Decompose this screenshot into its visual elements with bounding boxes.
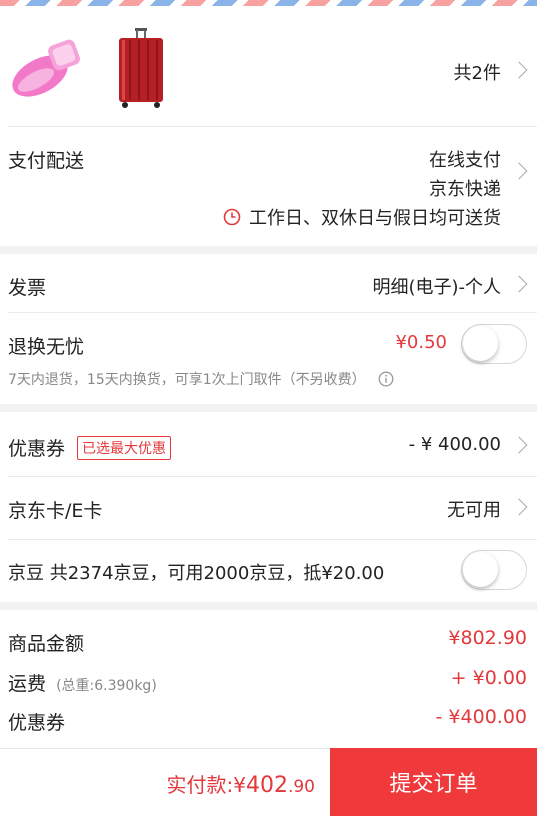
jd-card-value: 无可用 bbox=[447, 500, 501, 521]
invoice-section: 发票 明细(电子)-个人 退换无忧 ¥0.50 7天内退货，15天内换货，可享1… bbox=[0, 254, 537, 404]
amount-payable-decimal: .90 bbox=[287, 777, 315, 797]
chevron-right-icon bbox=[510, 275, 528, 293]
return-service-toggle[interactable] bbox=[461, 324, 527, 364]
courier-name: 京东快递 bbox=[429, 179, 501, 200]
soap-product-image bbox=[12, 39, 80, 97]
order-summary: 商品金额 ¥802.90 运费 (总重:6.390kg) + ¥0.00 优惠券… bbox=[0, 610, 537, 748]
submit-order-button[interactable]: 提交订单 bbox=[330, 748, 537, 816]
chevron-right-icon bbox=[510, 61, 528, 79]
shipping-weight: (总重:6.390kg) bbox=[56, 678, 157, 694]
coupon-badge: 已选最大优惠 bbox=[77, 436, 172, 460]
discount-section: 优惠券 已选最大优惠 - ¥ 400.00 京东卡/E卡 无可用 京豆 共2374… bbox=[0, 412, 537, 602]
delivery-note: 工作日、双休日与假日均可送货 bbox=[223, 204, 501, 230]
invoice-label: 发票 bbox=[8, 277, 47, 299]
goods-amount-value: ¥802.90 bbox=[448, 627, 527, 649]
payment-label: 支付配送 bbox=[8, 150, 85, 172]
jd-beans-label: 京豆 共2374京豆，可用2000京豆，抵¥20.00 bbox=[8, 563, 385, 584]
coupon-label: 优惠券 已选最大优惠 bbox=[8, 434, 172, 461]
info-icon[interactable] bbox=[378, 371, 394, 387]
summary-coupon-label: 优惠券 bbox=[8, 712, 66, 734]
summary-coupon-value: - ¥400.00 bbox=[435, 706, 527, 728]
coupon-row[interactable]: 优惠券 已选最大优惠 - ¥ 400.00 bbox=[0, 412, 537, 476]
coupon-value: - ¥ 400.00 bbox=[408, 434, 501, 455]
shipping-value: + ¥0.00 bbox=[450, 667, 527, 689]
toggle-knob bbox=[463, 552, 498, 587]
amount-payable: 实付款:¥402.90 bbox=[166, 769, 315, 798]
chevron-right-icon bbox=[510, 498, 528, 516]
amount-payable-label: 实付款:¥ bbox=[166, 773, 246, 797]
return-service-label: 退换无忧 bbox=[8, 336, 85, 358]
payment-method: 在线支付 bbox=[429, 150, 501, 171]
shipping-label: 运费 (总重:6.390kg) bbox=[8, 669, 157, 696]
return-service-price: ¥0.50 bbox=[395, 332, 447, 353]
shipping-label-text: 运费 bbox=[8, 673, 47, 695]
suitcase-product-image bbox=[119, 28, 163, 108]
return-service-note-text: 7天内退货，15天内换货，可享1次上门取件（不另收费） bbox=[8, 372, 366, 388]
submit-order-label: 提交订单 bbox=[389, 772, 478, 797]
delivery-note-text: 工作日、双休日与假日均可送货 bbox=[249, 208, 501, 229]
toggle-knob bbox=[463, 326, 498, 361]
invoice-value: 明细(电子)-个人 bbox=[372, 277, 501, 298]
return-service-note: 7天内退货，15天内换货，可享1次上门取件（不另收费） bbox=[8, 369, 394, 389]
jd-beans-row: 京豆 共2374京豆，可用2000京豆，抵¥20.00 bbox=[0, 539, 537, 602]
chevron-right-icon bbox=[510, 162, 528, 180]
divider bbox=[8, 126, 537, 127]
product-count: 共2件 bbox=[453, 63, 501, 84]
chevron-right-icon bbox=[510, 436, 528, 454]
coupon-label-text: 优惠券 bbox=[8, 438, 66, 460]
return-service-row: 退换无忧 ¥0.50 7天内退货，15天内换货，可享1次上门取件（不另收费） bbox=[0, 312, 537, 404]
jd-beans-toggle[interactable] bbox=[461, 550, 527, 590]
invoice-row[interactable]: 发票 明细(电子)-个人 bbox=[0, 254, 537, 312]
jd-card-label: 京东卡/E卡 bbox=[8, 500, 103, 522]
clock-icon bbox=[223, 208, 241, 226]
payment-delivery-row[interactable]: 支付配送 在线支付 京东快递 工作日、双休日与假日均可送货 bbox=[0, 126, 537, 246]
goods-amount-label: 商品金额 bbox=[8, 633, 85, 655]
amount-payable-integer: 402 bbox=[245, 773, 288, 798]
jd-card-row[interactable]: 京东卡/E卡 无可用 bbox=[0, 476, 537, 539]
products-row[interactable]: 共2件 bbox=[0, 6, 537, 126]
